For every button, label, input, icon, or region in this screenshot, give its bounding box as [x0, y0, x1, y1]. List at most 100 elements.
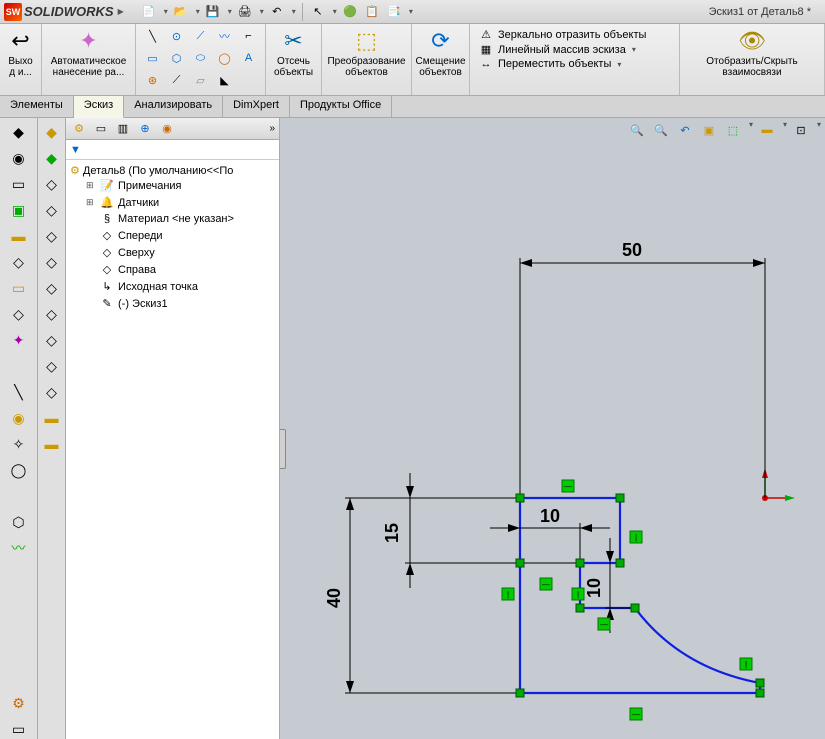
side-icon[interactable]: ◇: [42, 200, 62, 220]
tree-tab-dim[interactable]: ⊕: [136, 120, 154, 138]
smart-dimension-button[interactable]: ✦ Автоматическое нанесение ра...: [49, 26, 129, 80]
dimension-10-h[interactable]: 10: [490, 506, 610, 563]
side-icon[interactable]: ▭: [9, 278, 29, 298]
tree-tab-display[interactable]: ◉: [158, 120, 176, 138]
options-button[interactable]: [363, 3, 381, 21]
side-icon[interactable]: ✦: [9, 330, 29, 350]
graphics-view[interactable]: 🔍 🔍 ↶ ▣ ⬚▾ ▬▾ ⊡▾: [280, 118, 825, 739]
side-icon[interactable]: 〰: [9, 538, 29, 558]
command-tabs: Элементы Эскиз Анализировать DimXpert Пр…: [0, 96, 825, 118]
exit-sketch-button[interactable]: ↩ Выхо д и...: [6, 26, 34, 80]
open-button[interactable]: [172, 3, 190, 21]
circle-tool[interactable]: ⊙: [166, 26, 188, 46]
tree-item[interactable]: ✎(-) Эскиз1: [66, 295, 279, 312]
tree-filter-bar[interactable]: ▼: [66, 140, 279, 160]
line-tool[interactable]: ╲: [142, 26, 164, 46]
side-icon[interactable]: ◆: [42, 148, 62, 168]
side-icon[interactable]: ✧: [9, 434, 29, 454]
slot-tool[interactable]: ⬭: [190, 48, 212, 68]
side-icon[interactable]: ◇: [42, 278, 62, 298]
side-icon[interactable]: ▣: [9, 200, 29, 220]
side-icon[interactable]: ◇: [42, 252, 62, 272]
tree-tab-config[interactable]: ▥: [114, 120, 132, 138]
print-button[interactable]: [236, 3, 254, 21]
svg-text:—: —: [542, 580, 550, 589]
point-tool[interactable]: ⊛: [142, 70, 164, 90]
tree-item[interactable]: ◇Спереди: [66, 227, 279, 244]
tree-item[interactable]: ◇Сверху: [66, 244, 279, 261]
tree-tab-feature[interactable]: ⚙: [70, 120, 88, 138]
tree-item[interactable]: ⊞📝Примечания: [66, 177, 279, 194]
side-icon[interactable]: ◇: [42, 174, 62, 194]
side-icon[interactable]: ◆: [42, 122, 62, 142]
undo-button[interactable]: [268, 3, 286, 21]
tab-office[interactable]: Продукты Office: [290, 96, 392, 117]
tree-root-item[interactable]: ⚙ Деталь8 (По умолчанию<<По: [66, 164, 279, 177]
side-icon[interactable]: ▬: [42, 408, 62, 428]
svg-text:|: |: [745, 660, 747, 669]
spline-tool[interactable]: 〰: [214, 26, 236, 46]
tab-features[interactable]: Элементы: [0, 96, 74, 117]
svg-text:10: 10: [540, 506, 560, 526]
tree-item[interactable]: §Материал <не указан>: [66, 211, 279, 227]
svg-text:—: —: [600, 620, 608, 629]
dimension-15[interactable]: 15: [382, 473, 580, 588]
save-button[interactable]: [204, 3, 222, 21]
tab-sketch[interactable]: Эскиз: [74, 96, 124, 118]
logo-icon: SW: [4, 3, 22, 21]
left-toolbar-2: ◆ ◆ ◇ ◇ ◇ ◇ ◇ ◇ ◇ ◇ ◇ ▬ ▬: [38, 118, 66, 739]
tree-item[interactable]: ↳Исходная точка: [66, 278, 279, 295]
arc-tool[interactable]: ⟋: [190, 26, 212, 46]
side-icon[interactable]: ▬: [9, 226, 29, 246]
side-icon[interactable]: ▭: [9, 719, 29, 739]
tree-expand-button[interactable]: »: [269, 123, 275, 134]
rebuild-button[interactable]: [341, 3, 359, 21]
app-menu-chevron[interactable]: ▶: [118, 7, 124, 16]
side-icon[interactable]: ◆: [9, 122, 29, 142]
tree-item[interactable]: ◇Справа: [66, 261, 279, 278]
text-tool[interactable]: A: [238, 48, 260, 68]
rect-tool[interactable]: ▭: [142, 48, 164, 68]
linear-pattern-button[interactable]: ▦Линейный массив эскиза▾: [478, 43, 646, 56]
side-icon[interactable]: ⚙: [9, 693, 29, 713]
polygon-tool[interactable]: ⬡: [166, 48, 188, 68]
tab-evaluate[interactable]: Анализировать: [124, 96, 223, 117]
chamfer-tool[interactable]: ◣: [214, 70, 236, 90]
side-icon[interactable]: ◇: [42, 330, 62, 350]
dimension-50[interactable]: 50: [520, 240, 765, 498]
ellipse-tool[interactable]: ◯: [214, 48, 236, 68]
select-button[interactable]: [309, 3, 327, 21]
side-icon[interactable]: ◇: [42, 356, 62, 376]
show-hide-relations-button[interactable]: 👁 Отобразить/Скрыть взаимосвязи: [704, 26, 799, 80]
side-icon[interactable]: ◯: [9, 460, 29, 480]
side-icon[interactable]: ◇: [9, 304, 29, 324]
side-icon[interactable]: ◇: [42, 382, 62, 402]
centerline-tool[interactable]: ⟋: [166, 70, 188, 90]
part-icon: ⚙: [70, 164, 80, 177]
side-icon[interactable]: ▭: [9, 174, 29, 194]
side-icon[interactable]: ╲: [9, 382, 29, 402]
side-icon[interactable]: ◉: [9, 408, 29, 428]
trim-button[interactable]: ✂ Отсечь объекты: [272, 26, 315, 80]
side-icon[interactable]: ◉: [9, 148, 29, 168]
doc-props-button[interactable]: [385, 3, 403, 21]
fillet-tool[interactable]: ⌐: [238, 26, 260, 46]
offset-button[interactable]: ⟳ Смещение объектов: [414, 26, 468, 80]
side-icon[interactable]: ◇: [42, 226, 62, 246]
side-icon[interactable]: ◇: [42, 304, 62, 324]
convert-button[interactable]: ⬚ Преобразование объектов: [325, 26, 407, 80]
tab-dimxpert[interactable]: DimXpert: [223, 96, 290, 117]
mirror-button[interactable]: ⚠Зеркально отразить объекты: [478, 28, 646, 41]
side-icon[interactable]: ◇: [9, 252, 29, 272]
dimension-40[interactable]: 40: [324, 498, 520, 693]
new-doc-button[interactable]: [140, 3, 158, 21]
sketch-profile[interactable]: [520, 498, 760, 693]
move-entities-button[interactable]: ↔Переместить объекты▾: [478, 58, 646, 70]
svg-text:|: |: [635, 533, 637, 542]
plane-tool[interactable]: ▱: [190, 70, 212, 90]
pattern-icon: ▦: [478, 43, 494, 56]
tree-tab-property[interactable]: ▭: [92, 120, 110, 138]
tree-item[interactable]: ⊞🔔Датчики: [66, 194, 279, 211]
side-icon[interactable]: ⬡: [9, 512, 29, 532]
side-icon[interactable]: ▬: [42, 434, 62, 454]
